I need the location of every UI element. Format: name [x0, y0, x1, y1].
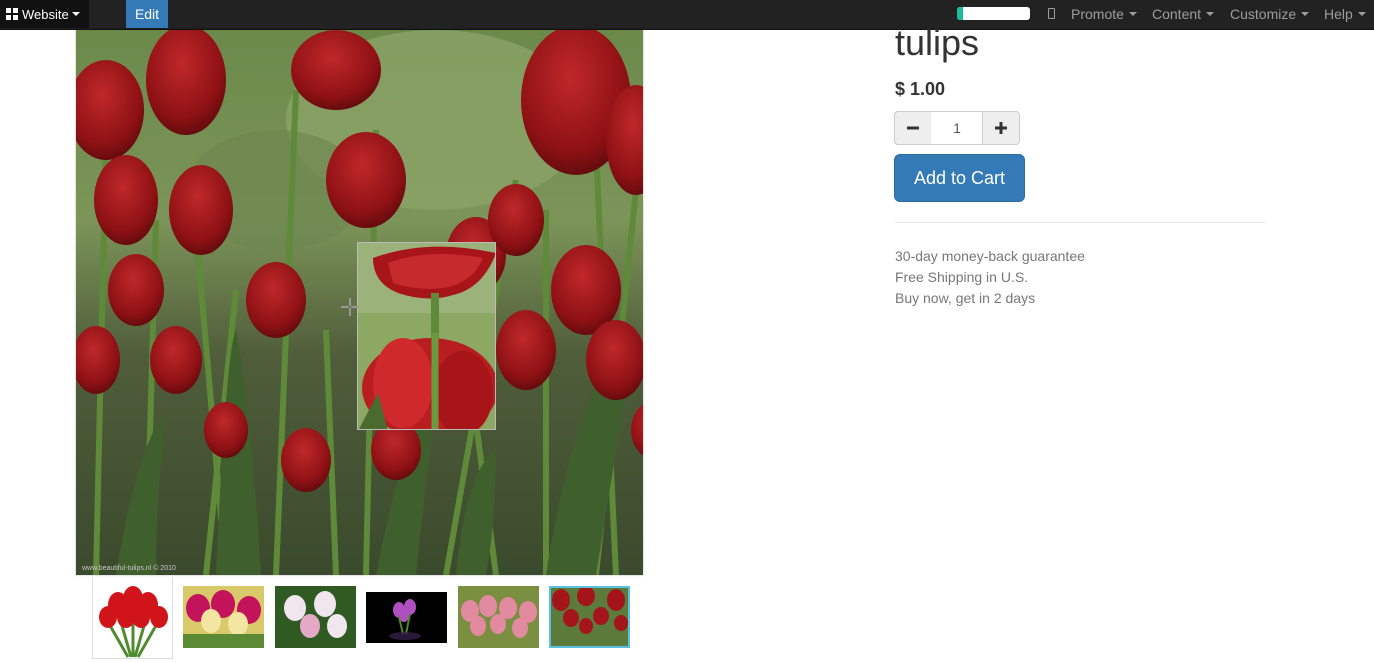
website-app-menu[interactable]: Website [0, 0, 89, 28]
thumbnail-1[interactable] [92, 577, 173, 659]
product-main-image[interactable]: www.beautiful-tulips.nl © 2010 [76, 30, 643, 575]
chevron-down-icon [71, 12, 80, 16]
mobile-preview-icon[interactable] [1048, 8, 1055, 19]
thumbnail-pink-yellow-tulips [183, 586, 264, 648]
menu-help[interactable]: Help [1324, 0, 1366, 28]
thumbnail-3[interactable] [275, 586, 356, 648]
thumbnail-pink-tulip-field [458, 586, 539, 648]
progress-bar-fill [957, 7, 963, 20]
zoom-lens[interactable] [357, 242, 496, 430]
thumbnail-5[interactable] [458, 586, 539, 648]
edit-button[interactable]: Edit [126, 0, 168, 28]
menu-customize-label: Customize [1230, 6, 1297, 22]
chevron-down-icon [1206, 12, 1215, 16]
apps-grid-icon [6, 8, 18, 20]
menu-content[interactable]: Content [1152, 0, 1215, 28]
thumbnail-6[interactable] [549, 586, 630, 648]
benefit-shipping: Free Shipping in U.S. [895, 269, 1029, 285]
chevron-down-icon [1357, 12, 1366, 16]
thumbnail-purple-tulips-black [366, 592, 447, 643]
menu-customize[interactable]: Customize [1230, 0, 1310, 28]
thumbnail-white-pink-tulips [275, 586, 356, 648]
progress-bar [957, 7, 1030, 20]
quantity-increase-button[interactable] [982, 111, 1020, 145]
top-navbar: Website Edit Promote Content Customize H… [0, 0, 1374, 30]
chevron-down-icon [1128, 12, 1137, 16]
product-benefits: 30-day money-back guarantee Free Shippin… [895, 246, 1085, 309]
chevron-down-icon [1301, 12, 1310, 16]
thumbnail-2[interactable] [183, 586, 264, 648]
divider [895, 222, 1266, 223]
add-to-cart-button[interactable]: Add to Cart [894, 154, 1025, 202]
zoomed-tulip-detail [358, 243, 495, 429]
thumbnail-4[interactable] [366, 592, 447, 643]
menu-promote[interactable]: Promote [1071, 0, 1137, 28]
product-price: $ 1.00 [895, 79, 946, 99]
menu-help-label: Help [1324, 6, 1353, 22]
website-app-label: Website [22, 6, 69, 22]
minus-icon [907, 126, 919, 130]
plus-icon [995, 122, 1007, 134]
thumbnail-red-tulip-field [551, 588, 628, 646]
menu-content-label: Content [1152, 6, 1202, 22]
quantity-input[interactable] [931, 111, 983, 145]
image-watermark: www.beautiful-tulips.nl © 2010 [81, 564, 176, 572]
benefit-delivery: Buy now, get in 2 days [895, 290, 1036, 306]
product-title: tulips [895, 22, 980, 63]
menu-promote-label: Promote [1071, 6, 1124, 22]
quantity-decrease-button[interactable] [894, 111, 932, 145]
move-cursor-icon [341, 298, 359, 316]
benefit-guarantee: 30-day money-back guarantee [895, 248, 1085, 264]
thumbnail-red-tulip-bouquet [93, 577, 172, 658]
